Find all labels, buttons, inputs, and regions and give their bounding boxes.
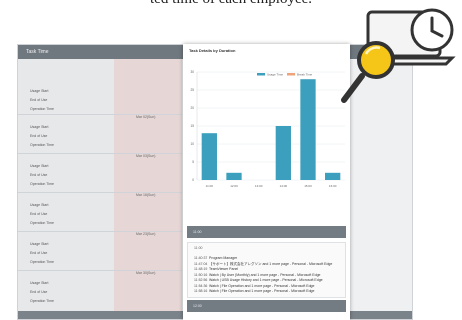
row-label-text: End of Use (30, 212, 48, 216)
row-label-text: Operation Time (30, 260, 54, 264)
log-timestamp: 11:48:19 (194, 267, 208, 271)
bar (201, 133, 217, 180)
log-timestamp: 11:52:56 (194, 278, 208, 282)
log-title: Program Manager (209, 256, 238, 260)
log-title: Watch | File Operation and 1 more page -… (209, 289, 315, 293)
log-title: Watch | USB Usage History and 1 more pag… (209, 278, 323, 282)
row-divider (18, 192, 182, 193)
duration-bar-chart: 30 25 20 15 10 5 0 Usage Time Break Time 11:00 12:… (190, 70, 345, 188)
date-column (114, 59, 182, 319)
log-timestamp: 11:54:36 (194, 283, 208, 288)
row-label-text: Operation Time (30, 143, 54, 147)
hour-header-label: 12:00 (193, 304, 202, 308)
log-entry: 11:54:36 Watch | File Operation and 1 mor… (194, 284, 314, 288)
log-timestamp: 11:40:37 (194, 256, 208, 260)
log-title: Watch | By User (Monthly) and 1 more pag… (209, 272, 321, 277)
date-label: Mar 16(Sun) (136, 193, 156, 197)
row-divider (18, 153, 182, 154)
bar (226, 172, 242, 180)
bar (325, 172, 341, 180)
row-label-text: End of Use (30, 290, 48, 294)
screenshot-stage: ted time of each employee. Task Time Usa… (0, 0, 462, 320)
log-hour: 11:00 (194, 246, 203, 250)
legend-swatch (257, 73, 265, 76)
row-label-text: Usage Start (30, 242, 49, 246)
log-title: TeamViewer Panel (209, 267, 239, 271)
hour-header-selected[interactable]: 11:00 (187, 226, 346, 238)
row-label-text: Usage Start (30, 203, 49, 207)
log-list: 11:00 11:40:37 Program Manager 11:47:04 【サポ… (187, 242, 346, 298)
log-timestamp: 11:58:16 (194, 289, 208, 293)
log-entry: 11:58:16 Watch | File Operation and 1 mor… (194, 289, 314, 293)
hour-header-label: 11:00 (193, 230, 202, 234)
row-label-text: Operation Time (30, 107, 54, 111)
row-label-text: Operation Time (30, 221, 54, 225)
x-tick-label: 13:00 (255, 184, 263, 188)
legend-label: Usage Time (267, 72, 283, 76)
log-title: 【サポート】株式会社アレグソン and 1 more page - Person… (209, 261, 333, 266)
log-timestamp: 11:50:16 (194, 272, 208, 277)
log-entry: 11:48:19 TeamViewer Panel (194, 267, 238, 271)
row-label-text: Operation Time (30, 299, 54, 303)
task-details-modal: Task Details by Duration 30 25 20 15 10 5 0 Usa… (183, 44, 350, 320)
x-tick-label: 15:00 (304, 184, 312, 188)
row-label-text: End of Use (30, 98, 48, 102)
row-label-text: Usage Start (30, 164, 49, 168)
hour-header[interactable]: 12:00 (187, 300, 346, 312)
y-tick-label: 30 (190, 70, 194, 74)
row-label-text: Usage Start (30, 281, 49, 285)
date-label: Mar 23(Sun) (136, 232, 156, 236)
bar (300, 79, 316, 180)
row-label-text: Operation Time (30, 182, 54, 186)
date-label: Mar 03(Sun) (136, 154, 156, 158)
x-tick-label: 16:00 (329, 184, 337, 188)
magnifier-icon (341, 41, 395, 103)
log-entry: 11:47:04 【サポート】株式会社アレグソン and 1 more page … (194, 262, 332, 267)
row-label-text: End of Use (30, 251, 48, 255)
row-label-text: End of Use (30, 134, 48, 138)
x-tick-label: 11:00 (206, 184, 214, 188)
bar (275, 126, 291, 180)
row-label-text: End of Use (30, 173, 48, 177)
date-label: Mar 02(Sun) (136, 115, 156, 119)
y-tick-label: 5 (192, 160, 194, 164)
modal-title: Task Details by Duration (189, 48, 236, 53)
caption-text: ted time of each employee. (150, 0, 312, 8)
row-label-text: Usage Start (30, 125, 49, 129)
row-divider (18, 114, 182, 115)
log-title: Watch | File Operation and 1 more page -… (209, 283, 315, 288)
log-entry: 11:40:37 Program Manager (194, 256, 237, 260)
legend-swatch (287, 73, 295, 76)
legend-label: Break Time (297, 72, 313, 76)
row-label-text: Usage Start (30, 89, 49, 93)
x-tick-label: 12:00 (230, 184, 238, 188)
y-tick-label: 0 (192, 178, 194, 182)
y-tick-label: 25 (190, 88, 194, 92)
log-entry: 11:50:16 Watch | By User (Monthly) and 1 … (194, 273, 320, 277)
date-label: Mar 30(Sun) (136, 271, 156, 275)
log-entry: 11:52:56 Watch | USB Usage History and 1 … (194, 278, 323, 282)
y-tick-label: 10 (190, 142, 194, 146)
y-tick-label: 15 (190, 124, 194, 128)
log-timestamp: 11:47:04 (194, 261, 208, 266)
row-divider (18, 231, 182, 232)
x-tick-label: 14:00 (280, 184, 288, 188)
row-divider (18, 270, 182, 271)
y-tick-label: 20 (190, 106, 194, 110)
